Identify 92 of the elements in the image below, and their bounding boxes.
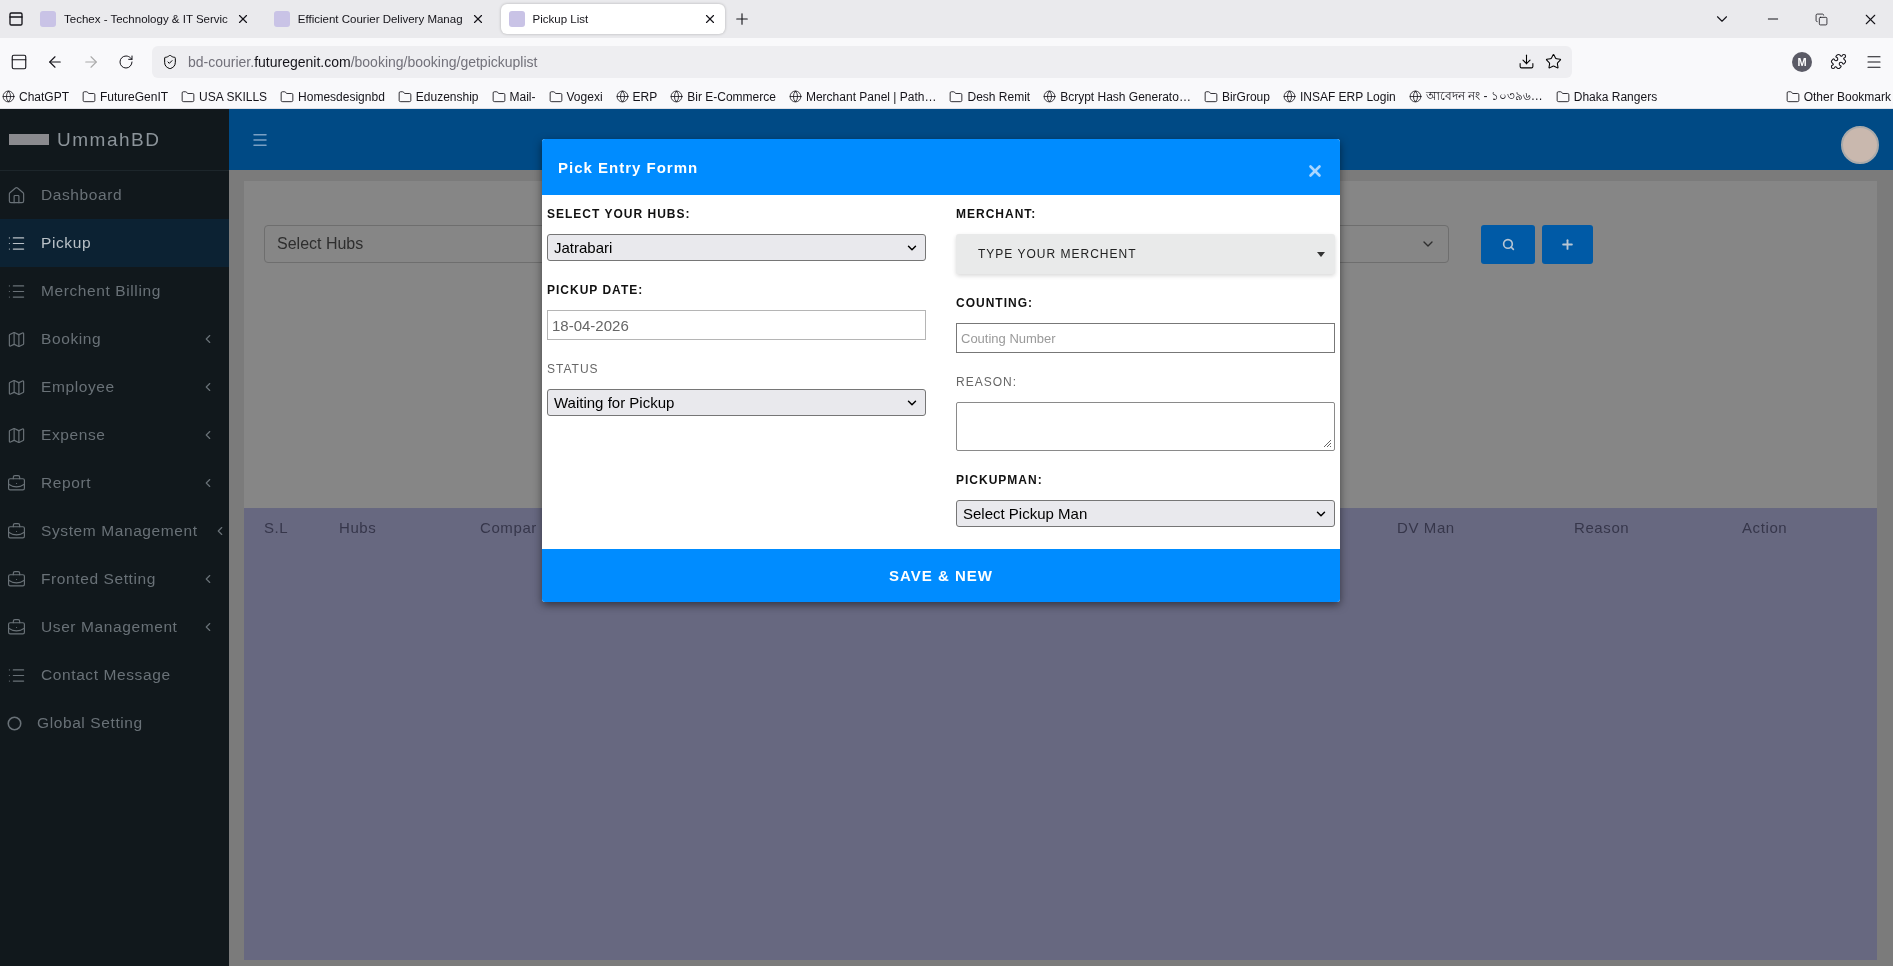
circle-icon	[7, 715, 22, 731]
logo-avatar[interactable]	[1841, 125, 1879, 164]
favicon-icon	[508, 11, 525, 27]
field-label: MERCHANT:	[956, 207, 1038, 222]
nav-item[interactable]: Employee	[0, 363, 229, 411]
nav-item[interactable]: Booking	[0, 315, 229, 363]
brand-name: UmmahBD	[57, 128, 161, 151]
browser-tab[interactable]: Pickup List	[500, 4, 725, 34]
bookmark-link[interactable]: Desh Remit	[949, 89, 1031, 104]
folder-icon	[491, 89, 506, 104]
folder-icon	[82, 89, 96, 104]
search-icon	[1501, 238, 1515, 251]
browser-tab[interactable]: Techex - Technology & IT Servic	[32, 4, 258, 34]
address-bar[interactable]: bd-courier.futuregenit.com/booking/booking/getpickuplist	[152, 45, 1572, 78]
brand-logo	[9, 134, 49, 145]
field-label: COUNTING:	[956, 296, 1034, 311]
map-icon	[7, 425, 26, 445]
restore-icon[interactable]	[1815, 12, 1828, 26]
globe-icon	[615, 90, 629, 103]
nav-item[interactable]: Merchent Billing	[0, 267, 229, 315]
briefcase-icon	[7, 569, 26, 589]
bookmark-link[interactable]: BirGroup	[1203, 89, 1270, 104]
globe-icon	[788, 90, 802, 103]
folder-icon	[548, 89, 563, 104]
select-field[interactable]: Jatrabari	[547, 234, 926, 261]
bookmark-link[interactable]: ChatGPT	[2, 89, 69, 104]
textarea-field[interactable]	[956, 402, 1335, 451]
nav-item[interactable]: System Management	[0, 507, 229, 555]
nav-item[interactable]: User Management	[0, 603, 229, 651]
bookmark-link[interactable]: Bcrypt Hash Generato…	[1043, 89, 1191, 104]
folder-icon	[280, 89, 295, 104]
sidebar-icon[interactable]	[10, 52, 28, 71]
bookmark-link[interactable]: Dhaka Rangers	[1555, 89, 1658, 104]
bookmark-link[interactable]: Merchant Panel | Path…	[788, 89, 937, 104]
star-icon[interactable]	[1545, 53, 1562, 70]
resize-grip-icon	[1322, 438, 1332, 448]
nav-item[interactable]: Fronted Setting	[0, 555, 229, 603]
field-label: STATUS	[547, 362, 600, 377]
bookmark-link[interactable]: USA SKILLS	[181, 89, 268, 104]
bookmark-link[interactable]: ERP	[615, 89, 658, 104]
briefcase-icon	[7, 617, 26, 637]
bookmark-link[interactable]: Eduzenship	[397, 89, 479, 104]
folder-icon	[1203, 89, 1218, 104]
nav-item[interactable]: Pickup	[0, 219, 229, 267]
bookmark-link[interactable]: আবেদন নং - ১০৩৯৬…	[1408, 86, 1543, 107]
field-label: PICKUPMAN:	[956, 473, 1044, 488]
shield-icon	[162, 53, 178, 70]
folder-icon	[949, 89, 964, 104]
briefcase-icon	[7, 473, 26, 493]
browser-tab[interactable]: Efficient Courier Delivery Manag	[265, 4, 493, 34]
select-field[interactable]: Waiting for Pickup	[547, 389, 926, 416]
dialog-title: Pick Entry Formn	[558, 158, 699, 176]
favicon-icon	[273, 11, 290, 27]
caret-icon	[1317, 251, 1325, 257]
bookmark-link[interactable]: Mail-	[491, 89, 536, 104]
nav-item[interactable]: Contact Message	[0, 651, 229, 699]
nav-item[interactable]: Global Setting	[0, 699, 229, 747]
bookmark-link[interactable]: Vogexi	[548, 89, 603, 104]
tab-overview-icon[interactable]	[8, 11, 24, 27]
folder-icon	[181, 89, 196, 104]
field-label: PICKUP DATE:	[547, 283, 645, 298]
bookmark-link[interactable]: Other Bookmark	[1785, 89, 1891, 104]
bookmark-link[interactable]: INSAF ERP Login	[1282, 89, 1396, 104]
nav-item[interactable]: Dashboard	[0, 171, 229, 219]
profile-avatar[interactable]: M	[1792, 51, 1812, 72]
bookmark-link[interactable]: Bir E-Commerce	[670, 89, 776, 104]
reload-icon[interactable]	[118, 53, 134, 70]
bookmark-link[interactable]: FutureGenIT	[82, 89, 169, 104]
globe-icon	[2, 90, 15, 103]
bookmark-link[interactable]: Homesdesignbd	[280, 89, 385, 104]
folder-icon	[1785, 89, 1800, 104]
globe-icon	[1408, 90, 1422, 103]
map-icon	[7, 377, 26, 397]
nav-item[interactable]: Report	[0, 459, 229, 507]
globe-icon	[1043, 90, 1057, 103]
nav-item[interactable]: Expense	[0, 411, 229, 459]
download-icon[interactable]	[1518, 53, 1535, 70]
extensions-icon[interactable]	[1830, 53, 1847, 70]
field-label: SELECT YOUR HUBS:	[547, 207, 692, 222]
globe-icon	[670, 90, 684, 103]
folder-icon	[1555, 89, 1570, 104]
map-icon	[7, 329, 26, 349]
folder-icon	[397, 89, 412, 104]
plus-icon	[1560, 237, 1575, 252]
favicon-icon	[40, 11, 56, 27]
merchant-dropdown[interactable]: TYPE YOUR MERCHENT	[956, 234, 1335, 274]
briefcase-icon	[7, 521, 26, 541]
home-icon	[7, 185, 26, 205]
date-field[interactable]: 18-04-2026	[547, 310, 926, 340]
select-field[interactable]: Select Pickup Man	[956, 500, 1335, 527]
globe-icon	[1282, 90, 1296, 103]
field-label: REASON:	[956, 375, 1018, 390]
